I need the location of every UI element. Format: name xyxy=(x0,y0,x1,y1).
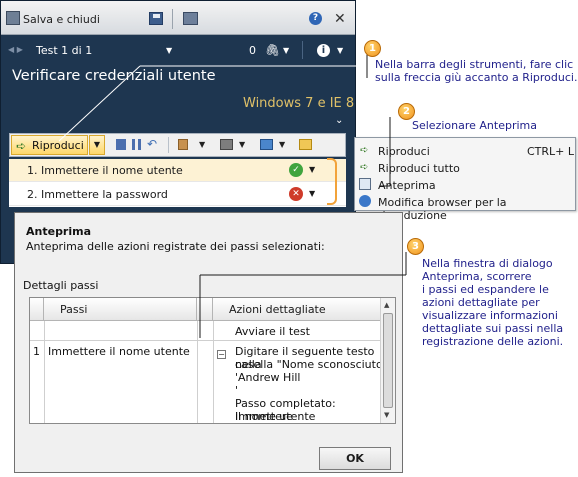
callout-line-text: Anteprima, scorrere xyxy=(422,270,532,283)
callout-line-text: registrazione delle azioni. xyxy=(422,335,564,348)
callout-badge: 2 xyxy=(398,103,415,120)
callout-badge: 3 xyxy=(407,238,424,255)
callout-line-text: dettagliate sui passi nella xyxy=(422,322,564,335)
callout-line xyxy=(58,65,141,142)
callout-line-text: sulla freccia giù accanto a Riproduci. xyxy=(375,71,578,84)
callout-badge: 1 xyxy=(364,40,381,57)
callout-line-text: Selezionare Anteprima xyxy=(412,119,537,132)
callout-text: Nella barra degli strumenti, fare clic s… xyxy=(375,58,577,84)
callout-line-text: azioni dettagliate per xyxy=(422,296,540,309)
callout-text: Selezionare Anteprima xyxy=(412,119,537,132)
callout-line-text: Nella barra degli strumenti, fare clic xyxy=(375,58,574,71)
callout-line-text: i passi ed espandere le xyxy=(422,283,549,296)
callout-line-text: visualizzare informazioni xyxy=(422,309,558,322)
callout-line-text: Nella finestra di dialogo xyxy=(422,257,553,270)
callout-text: Nella finestra di dialogo Anteprima, sco… xyxy=(422,257,563,348)
